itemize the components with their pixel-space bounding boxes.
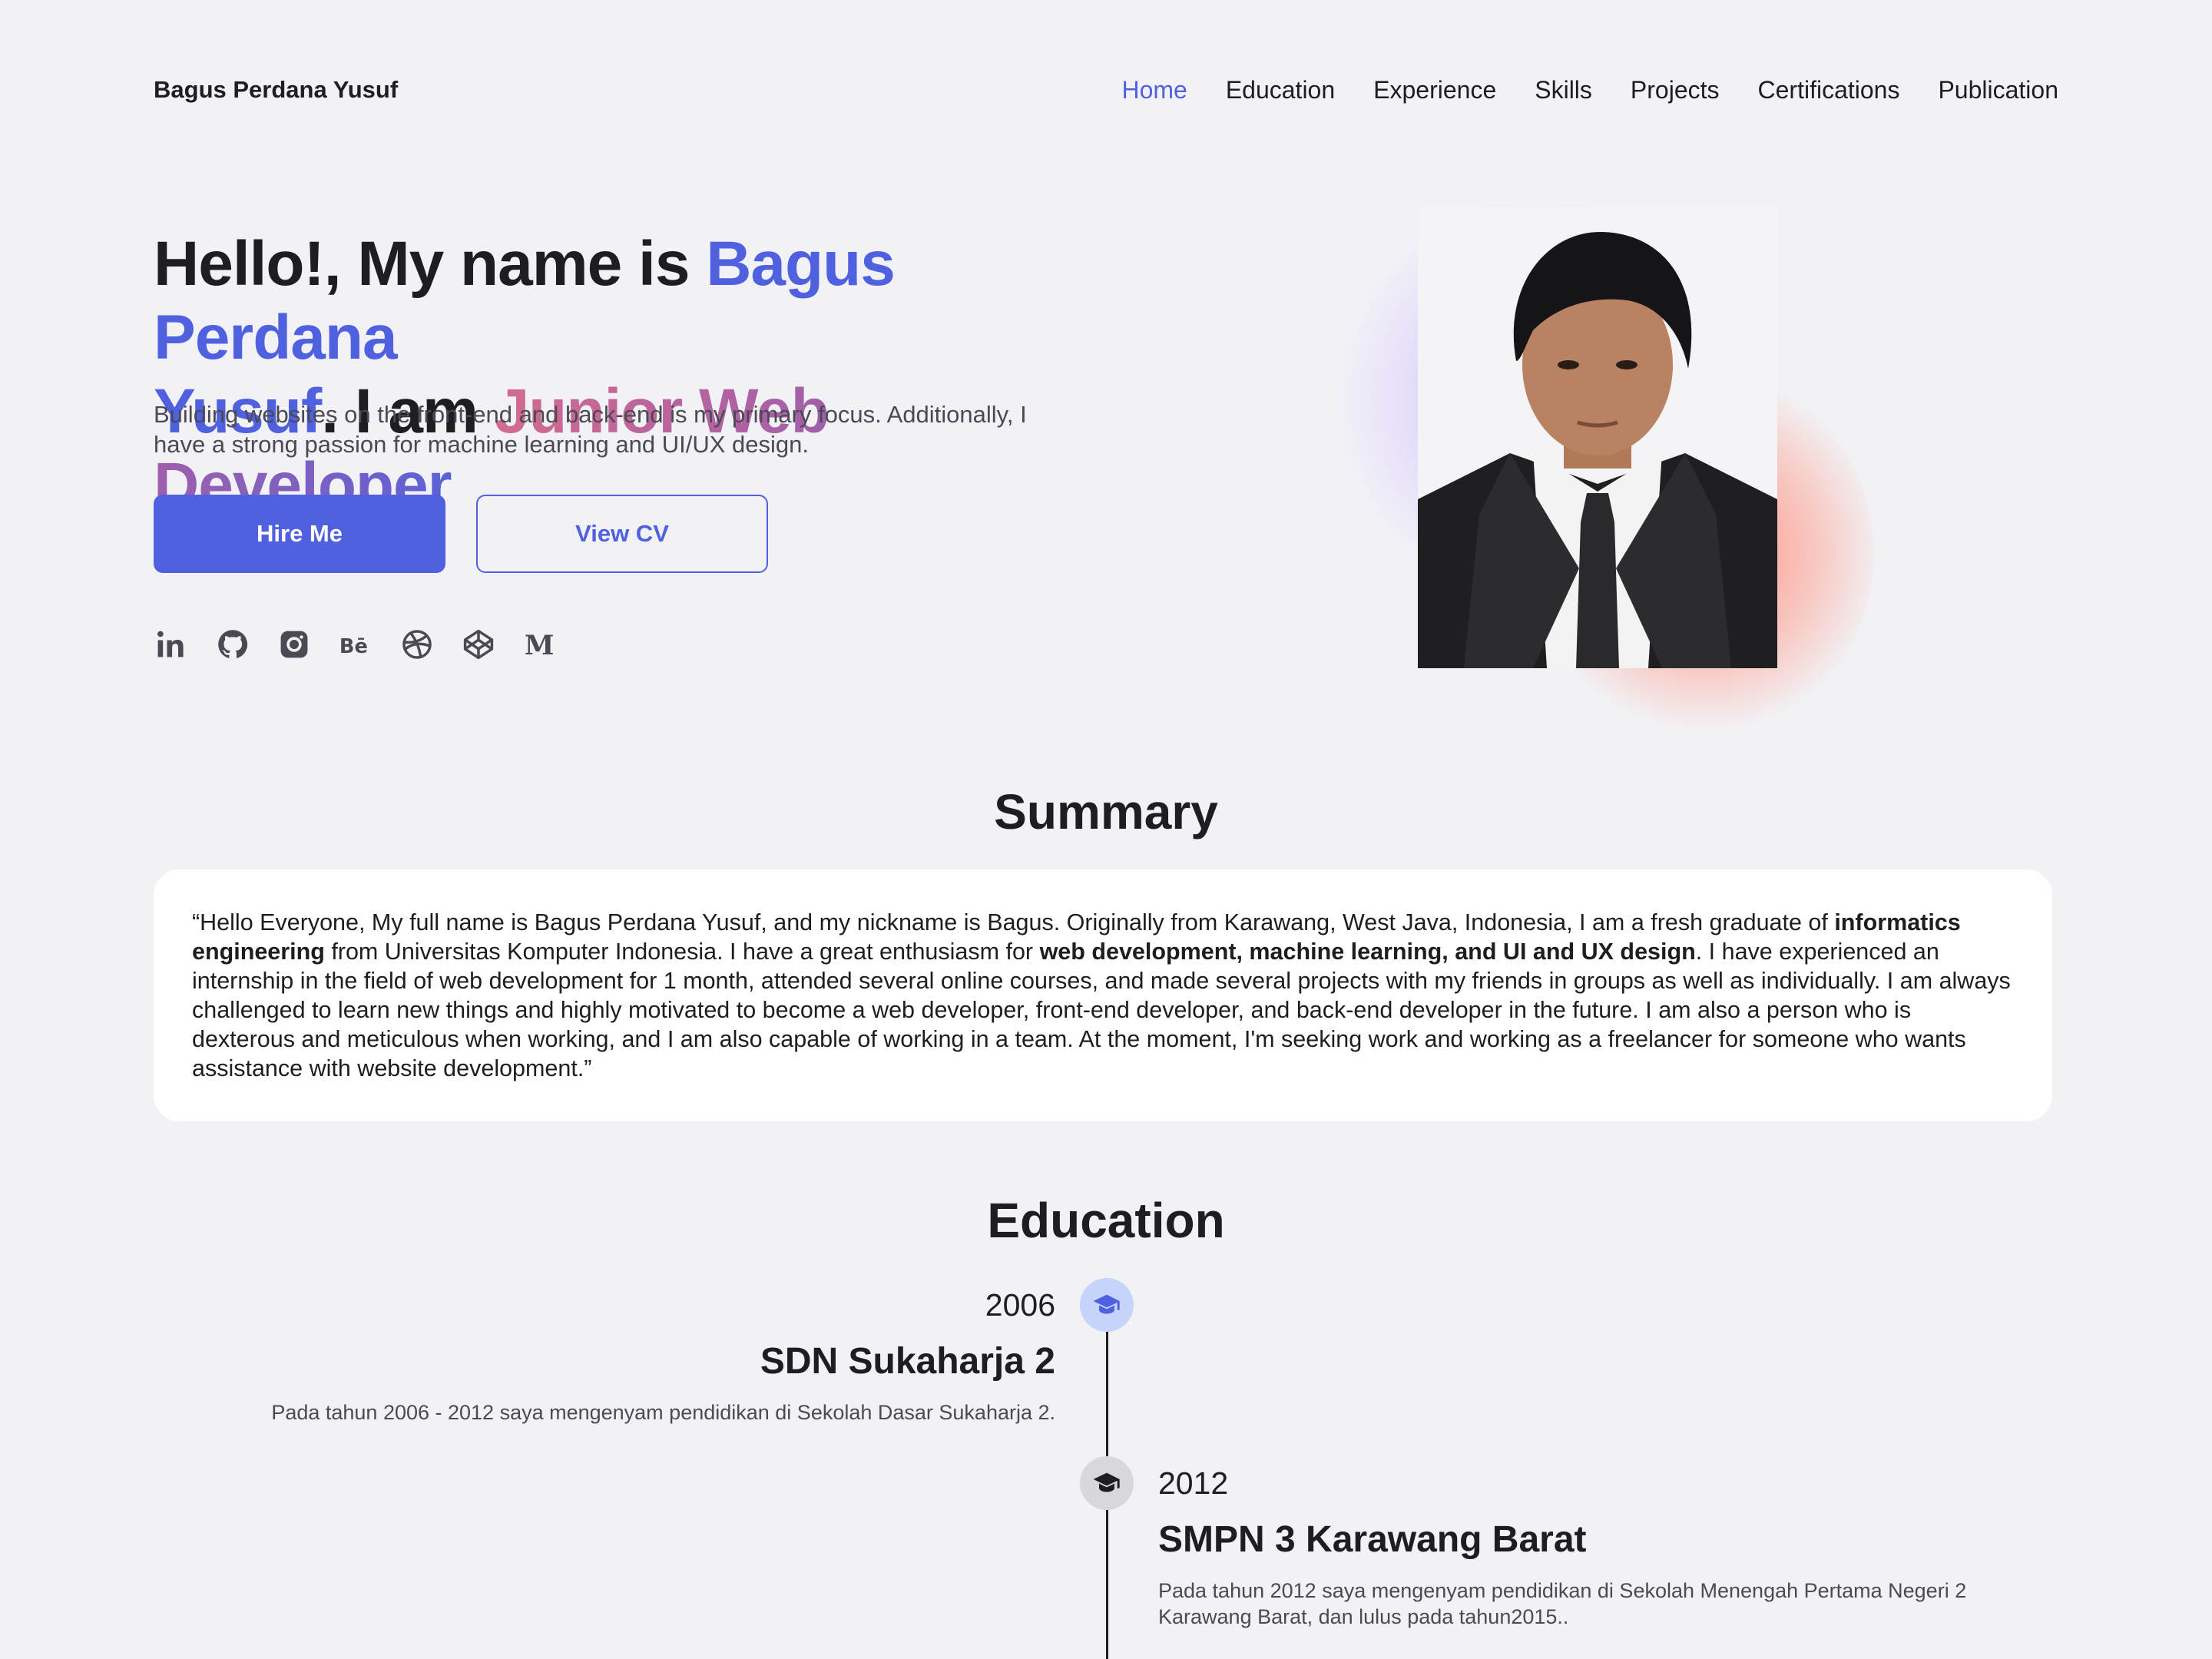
portfolio-page: Bagus Perdana Yusuf Home Education Exper…: [0, 0, 2212, 1659]
brand-name[interactable]: Bagus Perdana Yusuf: [154, 76, 398, 104]
nav-link-certifications[interactable]: Certifications: [1758, 76, 1900, 104]
summary-card: “Hello Everyone, My full name is Bagus P…: [154, 869, 2052, 1121]
dribbble-icon[interactable]: [399, 627, 435, 662]
education-description: Pada tahun 2012 saya mengenyam pendidika…: [1158, 1579, 1967, 1628]
nav-link-experience[interactable]: Experience: [1373, 76, 1496, 104]
behance-icon[interactable]: Bē: [338, 627, 373, 662]
nav-link-education[interactable]: Education: [1226, 76, 1335, 104]
hero-subtitle: Building websites on the front-end and b…: [154, 401, 1027, 458]
nav-link-publication[interactable]: Publication: [1938, 76, 2058, 104]
summary-bold-interests: web development, machine learning, and U…: [1039, 939, 1696, 965]
svg-text:M: M: [525, 630, 555, 661]
view-cv-button[interactable]: View CV: [476, 495, 768, 573]
education-year: 2012: [1158, 1465, 1229, 1501]
nav-link-home[interactable]: Home: [1121, 76, 1187, 104]
education-description: Pada tahun 2006 - 2012 saya mengenyam pe…: [271, 1401, 1055, 1424]
education-item-2: 2012 SMPN 3 Karawang Barat Pada tahun 20…: [1158, 1465, 2003, 1630]
education-year: 2006: [985, 1287, 1055, 1323]
profile-photo: [1418, 207, 1777, 668]
top-nav: Bagus Perdana Yusuf Home Education Exper…: [154, 71, 2058, 109]
svg-text:Bē: Bē: [339, 635, 368, 658]
nav-links: Home Education Experience Skills Project…: [1121, 76, 2058, 104]
hero-title-prefix: Hello!, My name is: [154, 229, 707, 299]
hero-title: Hello!, My name is Bagus Perdana Yusuf. I…: [154, 227, 1137, 522]
education-school: SDN Sukaharja 2: [760, 1341, 1055, 1382]
graduation-cap-icon: [1080, 1456, 1134, 1510]
nav-link-skills[interactable]: Skills: [1535, 76, 1592, 104]
nav-link-projects[interactable]: Projects: [1631, 76, 1720, 104]
instagram-icon[interactable]: [276, 627, 312, 662]
linkedin-icon[interactable]: [154, 627, 189, 662]
summary-text: “Hello Everyone, My full name is Bagus P…: [192, 908, 2014, 1083]
education-item-1: 2006 SDN Sukaharja 2 Pada tahun 2006 - 2…: [271, 1287, 1055, 1426]
summary-text-part1: “Hello Everyone, My full name is Bagus P…: [192, 909, 1835, 935]
hire-me-button[interactable]: Hire Me: [154, 495, 445, 573]
summary-title: Summary: [994, 784, 1218, 839]
github-icon[interactable]: [215, 627, 250, 662]
education-school: SMPN 3 Karawang Barat: [1158, 1519, 1587, 1560]
medium-icon[interactable]: M: [522, 627, 558, 662]
summary-text-part2: from Universitas Komputer Indonesia. I h…: [324, 939, 1040, 965]
social-links: Bē M: [154, 627, 558, 662]
codepen-icon[interactable]: [461, 627, 496, 662]
education-title: Education: [987, 1193, 1225, 1248]
graduation-cap-icon: [1080, 1278, 1134, 1332]
